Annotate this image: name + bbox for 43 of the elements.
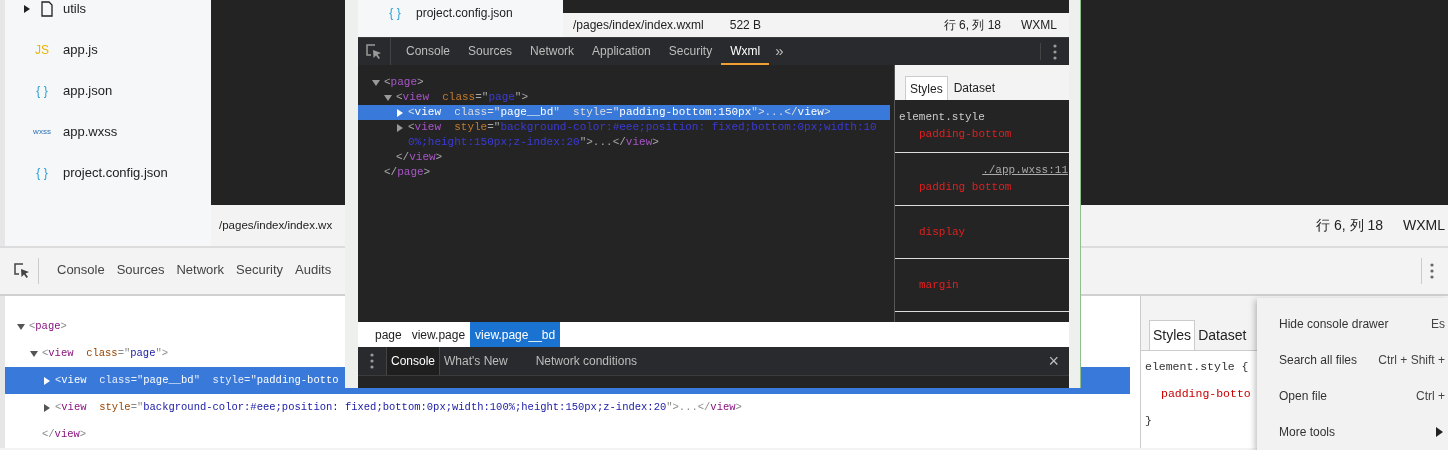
menu-label: Open file <box>1279 388 1328 405</box>
file-path: /pages/index/index.wx <box>219 217 333 233</box>
file-name: project.config.json <box>416 5 513 22</box>
language-label: WXML <box>1021 17 1057 34</box>
code-text: <view style="background-color:#eee;position: fixed;bottom:0px;width:100%;height:150px;z-index:20">...</view> <box>55 399 742 415</box>
menu-label: Search all files <box>1279 352 1358 369</box>
file-name: app.wxss <box>63 122 118 141</box>
file-name: app.json <box>63 81 113 100</box>
language-label: WXML <box>1403 216 1445 235</box>
code-text: <page> <box>384 75 424 90</box>
cursor-position: 行 6, 列 18 <box>1316 216 1383 235</box>
selector-text: element.style { <box>1144 359 1249 375</box>
code-text: <view class="page"> <box>42 345 169 361</box>
shortcut-text: Ctrl + Shift + <box>1377 352 1445 369</box>
property-name: padding-botto <box>1160 386 1251 402</box>
code-text: </view> <box>396 150 443 165</box>
selector-text: element.style <box>898 110 986 125</box>
shortcut-text: Es <box>1430 316 1445 333</box>
property-name: margin <box>918 277 960 293</box>
property-name: padding bottom <box>918 180 1013 195</box>
code-text: </page> <box>384 165 431 180</box>
file-name: utils <box>63 0 87 18</box>
shortcut-text: Ctrl + <box>1415 388 1445 405</box>
file-type-label: { } <box>35 84 49 97</box>
code-text: </view> <box>42 426 87 442</box>
file-size: 522 B <box>729 17 762 34</box>
code-text: <view class="page"> <box>396 90 529 105</box>
file-type-label: wxss <box>32 127 52 136</box>
brace-text: } <box>1144 413 1152 429</box>
file-type-label: { } <box>388 7 402 19</box>
code-text: <view class="page__bd" style="padding-botto <box>55 372 339 388</box>
code-text: <page> <box>29 318 67 334</box>
menu-label: More tools <box>1279 424 1336 441</box>
property-name: padding-bottom <box>918 127 1013 142</box>
property-name: display <box>918 224 967 240</box>
file-type-label: { } <box>35 166 49 179</box>
code-text: <view class="page__bd" style="padding-bottom:150px">...</view> <box>408 105 831 120</box>
file-name: app.js <box>63 40 98 59</box>
cursor-position: 行 6, 列 18 <box>943 17 1001 34</box>
file-path: /pages/index/index.wxml <box>573 17 704 34</box>
file-type-label: JS <box>34 43 50 56</box>
file-name: project.config.json <box>63 163 168 182</box>
menu-label: Hide console drawer <box>1279 316 1389 333</box>
